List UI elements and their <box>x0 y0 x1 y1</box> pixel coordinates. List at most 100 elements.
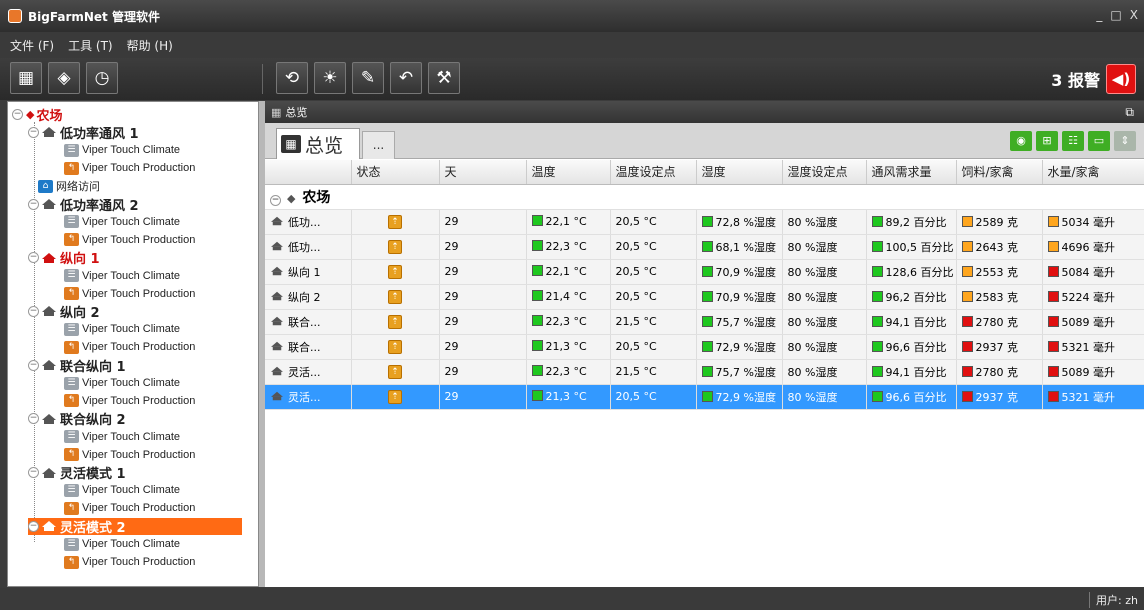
timer-icon[interactable]: ◷ <box>86 62 118 94</box>
export-icon[interactable]: ⊞ <box>1036 131 1058 151</box>
tree-device-label: Viper Touch Climate <box>82 430 181 443</box>
tree-node-device[interactable]: ↰ Viper Touch Production <box>64 339 195 356</box>
tree-node-device[interactable]: ↰ Viper Touch Production <box>64 231 195 248</box>
collapse-icon[interactable]: − <box>28 198 39 210</box>
status-square-icon <box>871 240 883 252</box>
edit-icon[interactable]: ✎ <box>352 62 384 94</box>
tree-node-house[interactable]: − 联合纵向 2 <box>28 410 126 428</box>
window-controls: _ □ X <box>1096 8 1138 22</box>
tree-node-house[interactable]: − 灵活模式 2 <box>28 517 242 536</box>
column-header[interactable] <box>265 160 352 185</box>
tree-node-house[interactable]: − 低功率通风 2 <box>28 196 139 214</box>
collapse-icon[interactable]: − <box>12 109 23 120</box>
collapse-icon[interactable]: − <box>28 359 39 371</box>
collapse-icon[interactable]: − <box>28 413 39 425</box>
column-header[interactable]: 水量/家禽 <box>1042 160 1144 185</box>
tree-node-house[interactable]: − 低功率通风 1 <box>28 124 139 142</box>
tree-node-device[interactable]: ☰ Viper Touch Climate <box>64 142 180 159</box>
feed-cell: 2937 克 <box>956 384 1043 410</box>
tag-icon[interactable]: ◈ <box>48 62 80 94</box>
tree-node-device[interactable]: ↰ Viper Touch Production <box>64 554 195 571</box>
tree-node-house[interactable]: − 联合纵向 1 <box>28 357 126 375</box>
tree-node-device[interactable]: ☰ Viper Touch Climate <box>64 267 180 284</box>
house-icon <box>42 306 56 317</box>
menu-tools[interactable]: 工具 (T) <box>68 37 113 54</box>
tree-node-house[interactable]: − 灵活模式 1 <box>28 464 126 482</box>
tree-node-house[interactable]: − 纵向 2 <box>28 303 100 321</box>
tree-node-device[interactable]: ↰ Viper Touch Production <box>64 160 195 177</box>
eye-icon[interactable]: ◉ <box>1010 131 1032 151</box>
tree-device-label: Viper Touch Climate <box>82 538 181 551</box>
collapse-icon[interactable]: − <box>28 467 39 478</box>
menu-help[interactable]: 帮助 (H) <box>127 37 173 54</box>
water-value: 5089 毫升 <box>1061 365 1116 379</box>
speaker-alarm-icon[interactable]: ◀) <box>1106 64 1136 94</box>
column-header[interactable]: 天 <box>439 160 527 185</box>
status-square-icon <box>531 265 543 276</box>
collapse-icon[interactable]: ⇕ <box>1114 131 1136 151</box>
tree-node-device[interactable]: ☰ Viper Touch Climate <box>64 375 180 392</box>
table-row[interactable]: 联合... ⇡ 29 21,3 °C 20,5 °C 72,9 %湿度 80 %湿度 96,6… <box>265 334 1144 360</box>
tree-node-house[interactable]: − 纵向 1 <box>28 249 100 267</box>
print-icon[interactable]: ▭ <box>1088 131 1110 151</box>
table-row[interactable]: 纵向 2 ⇡ 29 21,4 °C 20,5 °C 70,9 %湿度 80 %湿度 96,2 … <box>265 284 1144 310</box>
tree-node-device[interactable]: ☰ Viper Touch Climate <box>64 213 180 230</box>
history-icon[interactable]: ⟲ <box>276 62 308 94</box>
table-row[interactable]: 灵活... ⇡ 29 21,3 °C 20,5 °C 72,9 %湿度 80 %湿度 96,6… <box>265 384 1144 410</box>
popout-icon[interactable]: ⧉ <box>1125 105 1134 120</box>
column-header[interactable]: 温度设定点 <box>610 160 697 185</box>
maximize-button[interactable]: □ <box>1110 8 1121 22</box>
table-row[interactable]: 灵活... ⇡ 29 22,3 °C 21,5 °C 75,7 %湿度 80 %湿度 94,1… <box>265 359 1144 385</box>
back-arrow-icon[interactable]: ↶ <box>390 62 422 94</box>
humidity-cell: 72,9 %湿度 <box>696 334 783 360</box>
collapse-icon[interactable]: − <box>28 252 39 264</box>
ventilation-cell: 89,2 百分比 <box>866 209 957 235</box>
tree-node-device[interactable]: ↰ Viper Touch Production <box>64 446 195 463</box>
status-square-icon <box>531 315 543 326</box>
table-row[interactable]: 低功... ⇡ 29 22,1 °C 20,5 °C 72,8 %湿度 80 %湿度 89,2… <box>265 209 1144 235</box>
tree-node-device[interactable]: ☰ Viper Touch Climate <box>64 482 180 499</box>
grid-icon[interactable]: ▦ <box>10 62 42 94</box>
tab-overview[interactable]: ▦ 总览 <box>276 128 360 159</box>
column-header[interactable]: 通风需求量 <box>866 160 957 185</box>
column-header[interactable]: 状态 <box>351 160 440 185</box>
column-header[interactable]: 湿度 <box>696 160 783 185</box>
temperature-cell: 22,1 °C <box>526 209 611 235</box>
tree-house-label: 联合纵向 1 <box>60 359 126 375</box>
table-row[interactable]: 纵向 1 ⇡ 29 22,1 °C 20,5 °C 70,9 %湿度 80 %湿度 128,6… <box>265 259 1144 285</box>
tools-icon[interactable]: ⚒ <box>428 62 460 94</box>
group-row[interactable]: − ◆ 农场 <box>265 184 1144 210</box>
alarm-indicator[interactable]: 3 报警 ◀) <box>1051 64 1136 94</box>
table-row[interactable]: 低功... ⇡ 29 22,3 °C 20,5 °C 68,1 %湿度 80 %湿度 100,… <box>265 234 1144 260</box>
column-header[interactable]: 饲料/家禽 <box>956 160 1043 185</box>
tree-node-farm[interactable]: − ◆ 农场 <box>12 106 62 124</box>
tree-node-device[interactable]: ☰ Viper Touch Climate <box>64 321 180 338</box>
columns-icon[interactable]: ☷ <box>1062 131 1084 151</box>
house-icon <box>42 252 56 263</box>
minimize-button[interactable]: _ <box>1096 8 1102 22</box>
tree-node-device[interactable]: ↰ Viper Touch Production <box>64 392 195 409</box>
collapse-icon[interactable]: − <box>28 305 39 317</box>
ventilation-cell: 96,6 百分比 <box>866 334 957 360</box>
humidity-cell: 72,9 %湿度 <box>696 384 783 410</box>
weather-icon[interactable]: ☀ <box>314 62 346 94</box>
status-square-icon <box>531 215 543 226</box>
menu-file[interactable]: 文件 (F) <box>10 37 54 54</box>
ventilation-cell: 100,5 百分比 <box>866 234 957 260</box>
column-header[interactable]: 湿度设定点 <box>782 160 867 185</box>
close-button[interactable]: X <box>1130 8 1138 22</box>
user-indicator: 用户: zh <box>1089 592 1138 608</box>
status-square-icon <box>871 315 883 327</box>
tree-node-device[interactable]: ☰ Viper Touch Climate <box>64 536 180 553</box>
tree-node-device[interactable]: ↰ Viper Touch Production <box>64 500 195 517</box>
table-row[interactable]: 联合... ⇡ 29 22,3 °C 21,5 °C 75,7 %湿度 80 %湿度 94,1… <box>265 309 1144 335</box>
column-header[interactable]: 温度 <box>526 160 611 185</box>
collapse-icon[interactable]: − <box>28 126 39 138</box>
collapse-icon[interactable]: − <box>28 520 39 532</box>
collapse-icon[interactable]: − <box>270 194 281 206</box>
tab-more-button[interactable]: ... <box>362 131 395 159</box>
tree-node-device[interactable]: ☰ Viper Touch Climate <box>64 428 180 445</box>
tree-node-device[interactable]: ↰ Viper Touch Production <box>64 285 195 302</box>
tree-house-label: 低功率通风 2 <box>60 198 139 214</box>
tree-node-network-access[interactable]: ⌂ 网络访问 <box>38 178 100 195</box>
